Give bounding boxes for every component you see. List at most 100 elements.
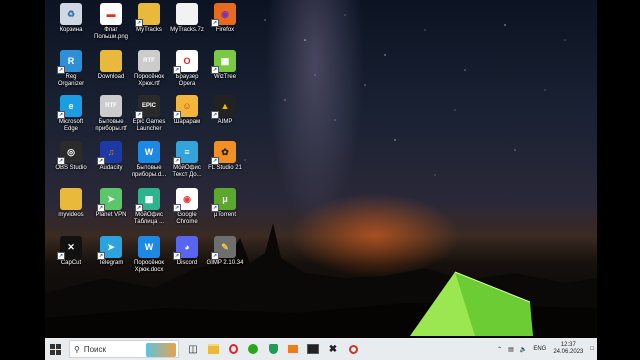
word-doc-icon: W [138,141,160,163]
clock-date: 24.06.2023 [553,349,584,355]
desktop-icon[interactable]: W Бытовые приборы.d... [129,141,169,179]
desktop-icon-label: GIMP 2.10.34 [206,260,244,266]
shortcut-arrow-icon: ↗ [173,252,181,260]
taskbar-opera[interactable] [223,338,243,360]
audacity-icon: ♫ ↗ [97,141,122,165]
desktop-icon[interactable]: ▦ ↗ МойОфис Таблица ... [129,188,169,226]
edge-icon: e ↗ [57,95,82,119]
folder-icon [60,188,82,210]
desktop-icon[interactable]: ✿ ↗ FL Studio 21 [205,141,245,172]
desktop-icon-label: WizTree [213,74,237,80]
clock-time: 12:37 [560,342,576,348]
search-box[interactable]: ⚲ Поиск [69,340,179,358]
reg-organizer-icon: R ↗ [57,50,82,74]
aimp-icon: ▲ ↗ [211,95,236,119]
desktop-icon[interactable]: ✕ ↗ CapCut [51,236,91,267]
firefox-icon: ◉ ↗ [211,3,236,27]
opera-icon: O ↗ [173,50,198,74]
desktop-icon[interactable]: O ↗ Браузер Opera [167,50,207,88]
taskbar-file-explorer[interactable] [203,338,223,360]
network-icon[interactable]: ▤ [505,346,517,353]
shortcut-arrow-icon: ↗ [211,204,219,212]
shortcut-arrow-icon: ↗ [173,157,181,165]
task-view-icon: ◫ [188,343,198,355]
shortcut-arrow-icon: ↗ [211,157,219,165]
desktop-icon[interactable]: μ ↗ μTorrent [205,188,245,219]
taskbar-shield[interactable] [263,338,283,360]
start-button[interactable] [45,338,65,360]
taskbar-mail[interactable] [283,338,303,360]
taskbar-capcut[interactable]: ✖ [323,338,343,360]
desktop-icon[interactable]: RTF Поросёнок Хрюк.rtf [129,50,169,88]
desktop[interactable]: ♻ Корзина ▬ Флаг Польши.png ↗ MyTracks MyTrack… [45,0,597,338]
volume-icon[interactable]: 🔈 [517,346,530,353]
myoffice-table-icon: ▦ ↗ [135,188,160,212]
desktop-icon[interactable]: ◕ ↗ Discord [167,236,207,267]
task-view-button[interactable]: ◫ [183,338,203,360]
desktop-icon[interactable]: ▲ ↗ AIMP [205,95,245,126]
taskbar-clock-app[interactable] [343,338,363,360]
shortcut-arrow-icon: ↗ [211,19,219,27]
desktop-icon-label: AIMP [217,119,233,125]
desktop-icon[interactable]: ◉ ↗ Firefox [205,3,245,34]
chevron-up-icon[interactable]: ⌃ [494,346,505,353]
desktop-icon[interactable]: ▦ ↗ WizTree [205,50,245,81]
desktop-icon[interactable]: ♫ ↗ Audacity [91,141,131,172]
recycle-bin-icon: ♻ [60,3,82,25]
shortcut-arrow-icon: ↗ [135,19,143,27]
desktop-icon[interactable]: myvideos [51,188,91,219]
desktop-icon[interactable]: ≡ ↗ МойОфис Текст До... [167,141,207,179]
desktop-icon[interactable]: ♻ Корзина [51,3,91,34]
desktop-icon[interactable]: ▬ Флаг Польши.png [91,3,131,41]
clock[interactable]: 12:37 24.06.2023 [549,342,587,356]
monitor-icon [307,344,319,354]
desktop-icon[interactable]: ➤ ↗ Planet VPN [91,188,131,219]
desktop-icon[interactable]: ◉ ↗ Google Chrome [167,188,207,226]
desktop-icon[interactable]: W Поросёнок Хрюк.docx [129,236,169,274]
desktop-icon[interactable]: ↗ MyTracks [129,3,169,34]
taskbar-monitor[interactable] [303,338,323,360]
screen: ♻ Корзина ▬ Флаг Польши.png ↗ MyTracks MyTrack… [0,0,640,360]
chrome-icon: ◉ ↗ [173,188,198,212]
desktop-icon[interactable]: MyTracks.7z [167,3,207,34]
language-indicator[interactable]: ENG [530,346,549,352]
desktop-icon[interactable]: R ↗ Reg Organizer [51,50,91,88]
search-label: Поиск [83,344,107,354]
desktop-icon[interactable]: EPIC ↗ Epic Games Launcher [129,95,169,133]
telegram-icon: ➤ ↗ [97,236,122,260]
shortcut-arrow-icon: ↗ [135,204,143,212]
desktop-icon[interactable]: ✎ ↗ GIMP 2.10.34 [205,236,245,267]
search-icon: ⚲ [74,344,80,354]
myoffice-text-icon: ≡ ↗ [173,141,198,165]
shararam-icon: ☺ ↗ [173,95,198,119]
rtf-file-icon: RTF [138,50,160,72]
green-tent [410,271,533,336]
folder-icon: ↗ [135,3,160,27]
system-tray: ⌃ ▤ 🔈 ENG 12:37 24.06.2023 □ [494,338,597,360]
desktop-icon[interactable]: e ↗ Microsoft Edge [51,95,91,133]
utorrent-icon: μ ↗ [211,188,236,212]
desktop-icon[interactable]: ➤ ↗ Telegram [91,236,131,267]
desktop-icon[interactable]: ◎ ↗ OBS Studio [51,141,91,172]
image-file-icon: ▬ [100,3,122,25]
desktop-icon[interactable]: RTF Бытовые приборы.rtf [91,95,131,133]
shortcut-arrow-icon: ↗ [135,111,143,119]
planet-vpn-icon: ➤ ↗ [97,188,122,212]
discord-icon: ◕ ↗ [173,236,198,260]
shield-icon [268,344,278,354]
shortcut-arrow-icon: ↗ [211,111,219,119]
shortcut-arrow-icon: ↗ [97,157,105,165]
shortcut-arrow-icon: ↗ [173,111,181,119]
wiztree-icon: ▦ ↗ [211,50,236,74]
shortcut-arrow-icon: ↗ [57,111,65,119]
notification-icon[interactable]: □ [587,346,597,352]
shortcut-arrow-icon: ↗ [173,66,181,74]
taskbar-whatsapp[interactable] [243,338,263,360]
windows-logo-icon [49,343,61,355]
shortcut-arrow-icon: ↗ [173,204,181,212]
gimp-icon: ✎ ↗ [211,236,236,260]
desktop-icon[interactable]: ☺ ↗ Шарарам [167,95,207,126]
epic-games-icon: EPIC ↗ [135,95,160,119]
desktop-icon[interactable]: Download [91,50,131,81]
desktop-icon-label: FL Studio 21 [208,165,242,171]
